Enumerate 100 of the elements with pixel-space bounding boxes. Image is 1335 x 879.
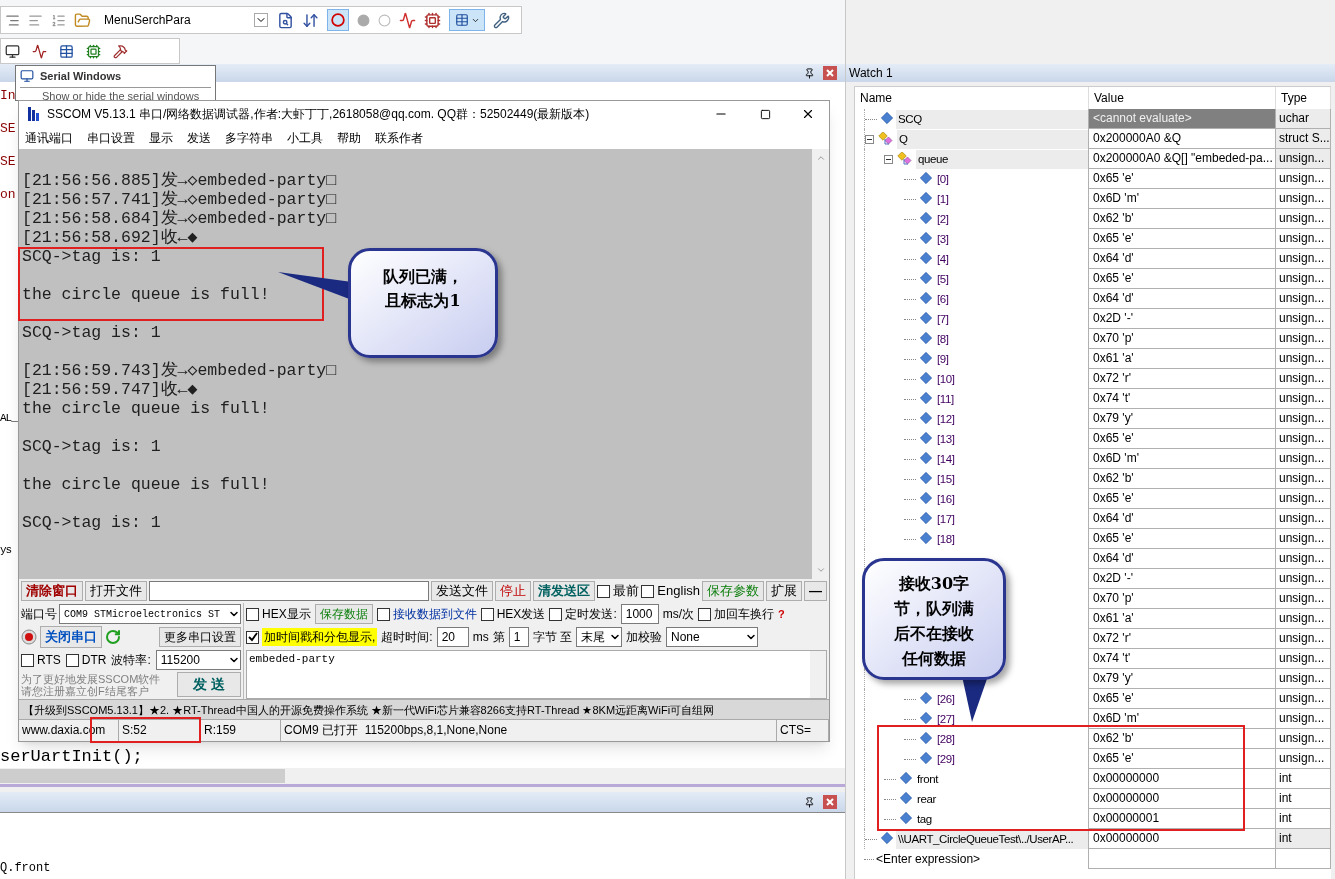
variable-name[interactable]: [11] <box>935 389 1088 409</box>
variable-value[interactable]: 0x6D 'm' <box>1089 709 1276 729</box>
maximize-icon[interactable] <box>760 108 771 120</box>
clear-send-button[interactable]: 清发送区 <box>533 581 596 601</box>
checkbox[interactable] <box>246 607 259 621</box>
save-data-button[interactable]: 保存数据 <box>314 604 373 624</box>
close-port-button[interactable]: 关闭串口 <box>40 626 102 648</box>
list-icon[interactable] <box>51 12 66 28</box>
variable-name[interactable]: [8] <box>935 329 1088 349</box>
menu-item[interactable]: 多字符串 <box>225 129 273 147</box>
variable-value[interactable]: <cannot evaluate> <box>1089 109 1276 129</box>
collapse-toggle[interactable] <box>865 134 874 144</box>
menu-item[interactable]: 小工具 <box>287 129 323 147</box>
variable-name[interactable]: [0] <box>935 169 1088 189</box>
more-settings-button[interactable]: 更多串口设置 <box>159 627 241 647</box>
folder-icon[interactable] <box>74 11 91 29</box>
variable-value[interactable]: 0x64 'd' <box>1089 549 1276 569</box>
menu-item[interactable]: 通讯端口 <box>25 129 73 147</box>
send-button[interactable]: 发 送 <box>177 672 241 697</box>
chip-icon[interactable] <box>424 11 441 29</box>
variable-value[interactable]: 0x62 'b' <box>1089 469 1276 489</box>
variable-value[interactable]: 0x72 'r' <box>1089 369 1276 389</box>
variable-name[interactable]: [6] <box>935 289 1088 309</box>
port-select[interactable]: COM9 STMicroelectronics ST <box>59 604 241 624</box>
timeout-field[interactable]: 20 <box>436 627 469 647</box>
variable-name[interactable]: [4] <box>935 249 1088 269</box>
variable-value[interactable]: 0x62 'b' <box>1089 209 1276 229</box>
close-button[interactable] <box>823 66 837 80</box>
byte-from-field[interactable]: 1 <box>508 627 529 647</box>
variable-value[interactable]: 0x61 'a' <box>1089 609 1276 629</box>
variable-name[interactable]: tag <box>915 809 1088 829</box>
variable-value[interactable]: 0x6D 'm' <box>1089 189 1276 209</box>
variable-name[interactable]: [9] <box>935 349 1088 369</box>
variable-name[interactable]: [26] <box>935 689 1088 709</box>
checkbox[interactable] <box>641 584 655 598</box>
variable-value[interactable]: 0x65 'e' <box>1089 169 1276 189</box>
variable-value[interactable]: 0x72 'r' <box>1089 629 1276 649</box>
variable-value[interactable]: 0x74 't' <box>1089 649 1276 669</box>
variable-value[interactable]: 0x65 'e' <box>1089 429 1276 449</box>
checkbox[interactable] <box>549 607 563 621</box>
variable-name[interactable]: rear <box>915 789 1088 809</box>
collapse-button[interactable]: — <box>804 581 827 601</box>
variable-value[interactable]: 0x200000A0 &Q <box>1089 129 1276 149</box>
wrench-icon[interactable] <box>493 11 510 29</box>
help-mark[interactable]: ? <box>778 605 785 623</box>
variable-name[interactable]: [17] <box>935 509 1088 529</box>
tools-icon[interactable] <box>113 43 128 59</box>
column-header[interactable]: Name <box>855 87 1089 109</box>
variable-value[interactable]: 0x64 'd' <box>1089 249 1276 269</box>
variable-value[interactable]: 0x2D '-' <box>1089 309 1276 329</box>
checkbox[interactable] <box>21 653 34 667</box>
file-path-field[interactable] <box>149 581 430 601</box>
variable-name[interactable]: front <box>915 769 1088 789</box>
menu-item[interactable]: 帮助 <box>337 129 361 147</box>
variable-name[interactable]: [5] <box>935 269 1088 289</box>
window-menu-icon[interactable] <box>449 9 485 31</box>
variable-value[interactable]: 0x64 'd' <box>1089 289 1276 309</box>
variable-value[interactable]: 0x61 'a' <box>1089 349 1276 369</box>
variable-name[interactable]: [15] <box>935 469 1088 489</box>
outdent-icon[interactable] <box>28 12 43 28</box>
variable-name[interactable]: [29] <box>935 749 1088 769</box>
arrows-icon[interactable] <box>302 11 319 29</box>
serial-window-icon[interactable] <box>5 43 20 59</box>
baud-select[interactable]: 115200 <box>155 650 241 670</box>
variable-name[interactable]: SCQ <box>896 109 1088 129</box>
byte-to-select[interactable]: 末尾 <box>576 627 623 647</box>
document-search-icon[interactable] <box>277 11 294 29</box>
variable-name[interactable]: [1] <box>935 189 1088 209</box>
checkbox[interactable] <box>246 630 259 644</box>
open-file-button[interactable]: 打开文件 <box>85 581 147 601</box>
stop-button[interactable]: 停止 <box>495 581 532 601</box>
collapse-toggle[interactable] <box>884 154 893 164</box>
variable-value[interactable]: 0x62 'b' <box>1089 729 1276 749</box>
variable-name[interactable]: [14] <box>935 449 1088 469</box>
variable-value[interactable]: 0x79 'y' <box>1089 409 1276 429</box>
checkbox[interactable] <box>376 607 390 621</box>
variable-value[interactable]: 0x00000000 <box>1089 829 1276 849</box>
checksum-select[interactable]: None <box>666 627 759 647</box>
variable-value[interactable]: 0x00000000 <box>1089 769 1276 789</box>
variable-value[interactable]: 0x00000001 <box>1089 809 1276 829</box>
variable-value[interactable]: 0x00000000 <box>1089 789 1276 809</box>
menu-item[interactable]: 串口设置 <box>87 129 135 147</box>
indent-icon[interactable] <box>5 12 20 28</box>
checkbox[interactable] <box>480 607 494 621</box>
scrollbar-thumb[interactable] <box>0 769 285 783</box>
variable-name[interactable]: [3] <box>935 229 1088 249</box>
horizontal-scrollbar[interactable] <box>0 768 845 784</box>
variable-name[interactable]: [2] <box>935 209 1088 229</box>
variable-value[interactable]: 0x65 'e' <box>1089 229 1276 249</box>
variable-value[interactable]: 0x70 'p' <box>1089 589 1276 609</box>
close-icon[interactable] <box>801 107 815 121</box>
send-file-button[interactable]: 发送文件 <box>431 581 494 601</box>
variable-value[interactable]: 0x70 'p' <box>1089 329 1276 349</box>
save-params-button[interactable]: 保存参数 <box>702 581 764 601</box>
variable-name[interactable]: [10] <box>935 369 1088 389</box>
variable-name[interactable]: [16] <box>935 489 1088 509</box>
close-button[interactable] <box>823 795 837 809</box>
variable-name[interactable]: [18] <box>935 529 1088 549</box>
send-text-area[interactable]: embeded-party <box>246 650 827 699</box>
variable-name[interactable]: [12] <box>935 409 1088 429</box>
